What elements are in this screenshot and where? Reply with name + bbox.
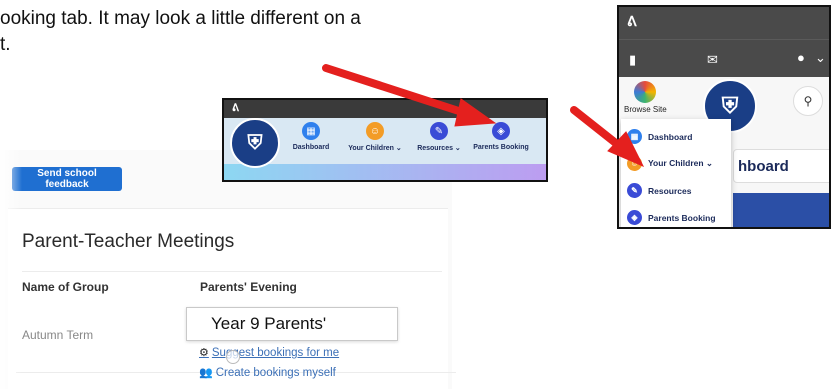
tag-icon: ◈ (627, 210, 642, 225)
column-header-evening: Parents' Evening (200, 280, 297, 294)
nav-parents-booking[interactable]: ◈ Parents Booking (466, 122, 536, 151)
menu-item-label: Dashboard (648, 131, 693, 142)
group-cell: Autumn Term (22, 328, 94, 342)
resources-icon: ✎ (430, 122, 448, 140)
tag-icon: ◈ (492, 122, 510, 140)
mobile-screenshot: ᕕ ▮ ✉ ● ⌄ ⛨ Browse Site ⚲ hboard ▦ Dashb… (617, 5, 831, 229)
cursor-icon (226, 350, 240, 364)
bookmark-icon[interactable]: ▮ (629, 52, 636, 68)
panel-title: Parent-Teacher Meetings (22, 231, 235, 252)
nav-resources[interactable]: ✎ Resources ⌄ (404, 122, 474, 152)
instruction-line-2: t. (0, 34, 11, 55)
menu-item-label: Resources (648, 185, 692, 196)
send-feedback-button[interactable]: Send school feedback (12, 167, 122, 191)
nav-your-children[interactable]: ☺ Your Children ⌄ (340, 122, 410, 152)
grid-icon: ▦ (302, 122, 320, 140)
mobile-top-bar: ᕕ (619, 7, 829, 39)
user-avatar-icon[interactable]: ● (797, 50, 805, 65)
browse-site-label: Browse Site (624, 105, 667, 114)
create-bookings-link[interactable]: 👥 Create bookings myself (199, 366, 336, 380)
chevron-down-icon[interactable]: ⌄ (815, 50, 826, 66)
divider (22, 271, 442, 272)
nav-dashboard-label: Dashboard (292, 144, 330, 151)
menu-item-label: Parents Booking (648, 212, 716, 223)
menu-item-dashboard[interactable]: ▦ Dashboard (627, 129, 692, 144)
bottom-banner (733, 193, 829, 227)
dashboard-heading: hboard (733, 149, 829, 183)
suggest-bookings-link[interactable]: ⚙ Suggest bookings for me (199, 346, 339, 360)
search-icon[interactable]: ⚲ (793, 86, 823, 116)
menu-item-parents-booking[interactable]: ◈ Parents Booking (627, 210, 716, 225)
mobile-toolbar: ▮ ✉ ● ⌄ (619, 39, 829, 78)
browse-dropdown-menu: ▦ Dashboard ☺ Your Children ⌄ ✎ Resource… (621, 119, 731, 227)
create-bookings-label: Create bookings myself (215, 366, 336, 379)
grid-icon: ▦ (627, 129, 642, 144)
school-crest-icon: ⛨ (230, 118, 280, 168)
nav-resources-label: Resources ⌄ (417, 145, 461, 152)
nav-children-label: Your Children ⌄ (348, 145, 402, 152)
resources-icon: ✎ (627, 183, 642, 198)
children-icon: ☺ (366, 122, 384, 140)
menu-item-your-children[interactable]: ☺ Your Children ⌄ (627, 156, 713, 171)
instruction-line-1: ooking tab. It may look a little differe… (0, 8, 361, 29)
nav-parents-booking-label: Parents Booking (473, 144, 529, 151)
logo-icon: ᕕ (627, 13, 637, 29)
instruction-text: ooking tab. It may look a little differe… (0, 6, 361, 58)
children-icon: ☺ (627, 156, 642, 171)
nav-dashboard[interactable]: ▦ Dashboard (276, 122, 346, 151)
arrow-to-your-children (570, 106, 626, 152)
top-strip: ᕕ (224, 100, 546, 118)
fade-overlay (0, 150, 22, 389)
navbar-screenshot: ᕕ ⛨ ▦ Dashboard ☺ Your Children ⌄ ✎ Reso… (222, 98, 548, 182)
menu-item-resources[interactable]: ✎ Resources (627, 183, 691, 198)
menu-item-label: Your Children ⌄ (648, 158, 714, 168)
evening-cell: Year 9 Parents' (186, 307, 398, 341)
mail-icon[interactable]: ✉ (707, 52, 718, 68)
people-icon: 👥 (199, 367, 213, 379)
logo-icon: ᕕ (232, 103, 239, 114)
column-header-group: Name of Group (22, 280, 109, 294)
browse-site-button[interactable]: Browse Site (624, 81, 667, 114)
browse-orb-icon (634, 81, 657, 103)
gradient-band (224, 164, 546, 180)
gear-people-icon: ⚙ (199, 347, 209, 359)
